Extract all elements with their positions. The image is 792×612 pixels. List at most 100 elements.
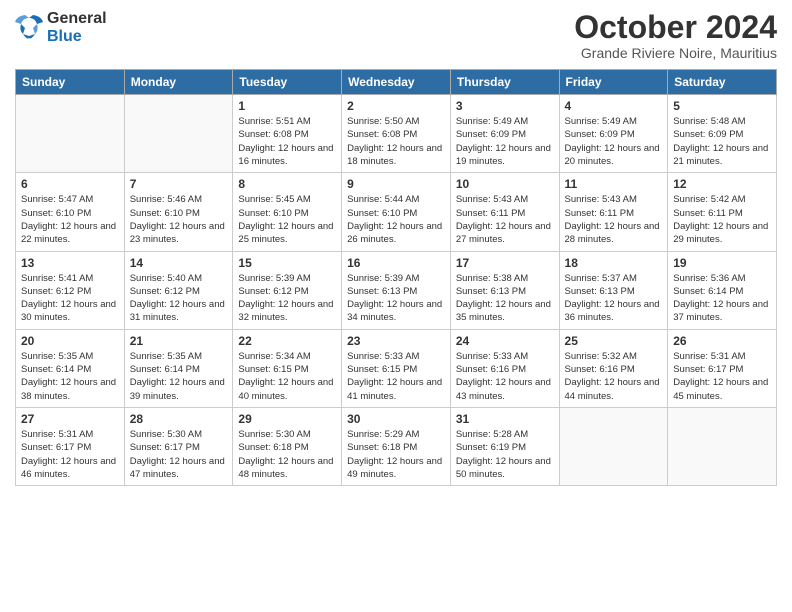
cell-info: Sunrise: 5:44 AM Sunset: 6:10 PM Dayligh… bbox=[347, 193, 445, 246]
table-row: 14 Sunrise: 5:40 AM Sunset: 6:12 PM Dayli… bbox=[124, 251, 233, 329]
table-row: 5Sunrise: 5:48 AM Sunset: 6:09 PM Daylig… bbox=[668, 95, 777, 173]
table-row: 4 Sunrise: 5:49 AM Sunset: 6:09 PM Daylig… bbox=[559, 95, 668, 173]
table-row: 13 Sunrise: 5:41 AM Sunset: 6:12 PM Dayli… bbox=[16, 251, 125, 329]
day-number: 1 bbox=[238, 99, 336, 113]
col-monday: Monday bbox=[124, 70, 233, 95]
table-row: 28Sunrise: 5:30 AM Sunset: 6:17 PM Dayli… bbox=[124, 407, 233, 485]
day-number: 30 bbox=[347, 412, 445, 426]
day-number: 15 bbox=[238, 256, 336, 270]
cell-info: Sunrise: 5:37 AM Sunset: 6:13 PM Dayligh… bbox=[565, 272, 663, 325]
day-number: 2 bbox=[347, 99, 445, 113]
cell-info: Sunrise: 5:39 AM Sunset: 6:12 PM Dayligh… bbox=[238, 272, 336, 325]
table-row: 11 Sunrise: 5:43 AM Sunset: 6:11 PM Dayli… bbox=[559, 173, 668, 251]
col-wednesday: Wednesday bbox=[342, 70, 451, 95]
table-row bbox=[668, 407, 777, 485]
cell-info: Sunrise: 5:45 AM Sunset: 6:10 PM Dayligh… bbox=[238, 193, 336, 246]
table-row: 7 Sunrise: 5:46 AM Sunset: 6:10 PM Daylig… bbox=[124, 173, 233, 251]
page: General Blue October 2024 Grande Riviere… bbox=[0, 0, 792, 612]
calendar-week-row: 20Sunrise: 5:35 AM Sunset: 6:14 PM Dayli… bbox=[16, 329, 777, 407]
table-row: 6 Sunrise: 5:47 AM Sunset: 6:10 PM Daylig… bbox=[16, 173, 125, 251]
cell-info: Sunrise: 5:48 AM Sunset: 6:09 PM Dayligh… bbox=[673, 115, 771, 168]
table-row: 21Sunrise: 5:35 AM Sunset: 6:14 PM Dayli… bbox=[124, 329, 233, 407]
table-row: 22 Sunrise: 5:34 AM Sunset: 6:15 PM Dayli… bbox=[233, 329, 342, 407]
table-row: 29 Sunrise: 5:30 AM Sunset: 6:18 PM Dayli… bbox=[233, 407, 342, 485]
cell-info: Sunrise: 5:39 AM Sunset: 6:13 PM Dayligh… bbox=[347, 272, 445, 325]
calendar-week-row: 6 Sunrise: 5:47 AM Sunset: 6:10 PM Daylig… bbox=[16, 173, 777, 251]
table-row: 24 Sunrise: 5:33 AM Sunset: 6:16 PM Dayli… bbox=[450, 329, 559, 407]
cell-info: Sunrise: 5:42 AM Sunset: 6:11 PM Dayligh… bbox=[673, 193, 771, 246]
cell-info: Sunrise: 5:31 AM Sunset: 6:17 PM Dayligh… bbox=[21, 428, 119, 481]
cell-info: Sunrise: 5:49 AM Sunset: 6:09 PM Dayligh… bbox=[456, 115, 554, 168]
table-row: 26Sunrise: 5:31 AM Sunset: 6:17 PM Dayli… bbox=[668, 329, 777, 407]
col-tuesday: Tuesday bbox=[233, 70, 342, 95]
day-number: 23 bbox=[347, 334, 445, 348]
col-friday: Friday bbox=[559, 70, 668, 95]
table-row: 15 Sunrise: 5:39 AM Sunset: 6:12 PM Dayli… bbox=[233, 251, 342, 329]
cell-info: Sunrise: 5:33 AM Sunset: 6:15 PM Dayligh… bbox=[347, 350, 445, 403]
cell-info: Sunrise: 5:40 AM Sunset: 6:12 PM Dayligh… bbox=[130, 272, 228, 325]
cell-info: Sunrise: 5:30 AM Sunset: 6:18 PM Dayligh… bbox=[238, 428, 336, 481]
day-number: 29 bbox=[238, 412, 336, 426]
day-number: 17 bbox=[456, 256, 554, 270]
calendar-table: Sunday Monday Tuesday Wednesday Thursday… bbox=[15, 69, 777, 486]
cell-info: Sunrise: 5:33 AM Sunset: 6:16 PM Dayligh… bbox=[456, 350, 554, 403]
day-number: 18 bbox=[565, 256, 663, 270]
table-row: 25 Sunrise: 5:32 AM Sunset: 6:16 PM Dayli… bbox=[559, 329, 668, 407]
day-number: 24 bbox=[456, 334, 554, 348]
day-number: 13 bbox=[21, 256, 119, 270]
day-number: 8 bbox=[238, 177, 336, 191]
cell-info: Sunrise: 5:43 AM Sunset: 6:11 PM Dayligh… bbox=[565, 193, 663, 246]
logo-icon bbox=[15, 14, 43, 42]
table-row: 19Sunrise: 5:36 AM Sunset: 6:14 PM Dayli… bbox=[668, 251, 777, 329]
day-number: 3 bbox=[456, 99, 554, 113]
table-row: 10 Sunrise: 5:43 AM Sunset: 6:11 PM Dayli… bbox=[450, 173, 559, 251]
day-number: 12 bbox=[673, 177, 771, 191]
day-number: 27 bbox=[21, 412, 119, 426]
table-row: 31 Sunrise: 5:28 AM Sunset: 6:19 PM Dayli… bbox=[450, 407, 559, 485]
col-sunday: Sunday bbox=[16, 70, 125, 95]
day-number: 31 bbox=[456, 412, 554, 426]
calendar-week-row: 27 Sunrise: 5:31 AM Sunset: 6:17 PM Dayli… bbox=[16, 407, 777, 485]
cell-info: Sunrise: 5:34 AM Sunset: 6:15 PM Dayligh… bbox=[238, 350, 336, 403]
day-number: 7 bbox=[130, 177, 228, 191]
table-row: 20Sunrise: 5:35 AM Sunset: 6:14 PM Dayli… bbox=[16, 329, 125, 407]
table-row bbox=[559, 407, 668, 485]
calendar-week-row: 1 Sunrise: 5:51 AM Sunset: 6:08 PM Daylig… bbox=[16, 95, 777, 173]
cell-info: Sunrise: 5:51 AM Sunset: 6:08 PM Dayligh… bbox=[238, 115, 336, 168]
col-saturday: Saturday bbox=[668, 70, 777, 95]
cell-info: Sunrise: 5:43 AM Sunset: 6:11 PM Dayligh… bbox=[456, 193, 554, 246]
day-number: 28 bbox=[130, 412, 228, 426]
day-number: 16 bbox=[347, 256, 445, 270]
table-row bbox=[124, 95, 233, 173]
day-number: 22 bbox=[238, 334, 336, 348]
cell-info: Sunrise: 5:32 AM Sunset: 6:16 PM Dayligh… bbox=[565, 350, 663, 403]
cell-info: Sunrise: 5:41 AM Sunset: 6:12 PM Dayligh… bbox=[21, 272, 119, 325]
table-row: 8 Sunrise: 5:45 AM Sunset: 6:10 PM Daylig… bbox=[233, 173, 342, 251]
day-number: 25 bbox=[565, 334, 663, 348]
day-number: 10 bbox=[456, 177, 554, 191]
calendar-header-row: Sunday Monday Tuesday Wednesday Thursday… bbox=[16, 70, 777, 95]
cell-info: Sunrise: 5:36 AM Sunset: 6:14 PM Dayligh… bbox=[673, 272, 771, 325]
day-number: 4 bbox=[565, 99, 663, 113]
logo-blue: Blue bbox=[47, 28, 107, 46]
cell-info: Sunrise: 5:28 AM Sunset: 6:19 PM Dayligh… bbox=[456, 428, 554, 481]
day-number: 6 bbox=[21, 177, 119, 191]
cell-info: Sunrise: 5:46 AM Sunset: 6:10 PM Dayligh… bbox=[130, 193, 228, 246]
table-row: 23 Sunrise: 5:33 AM Sunset: 6:15 PM Dayli… bbox=[342, 329, 451, 407]
col-thursday: Thursday bbox=[450, 70, 559, 95]
day-number: 14 bbox=[130, 256, 228, 270]
day-number: 26 bbox=[673, 334, 771, 348]
table-row: 12 Sunrise: 5:42 AM Sunset: 6:11 PM Dayli… bbox=[668, 173, 777, 251]
table-row: 1 Sunrise: 5:51 AM Sunset: 6:08 PM Daylig… bbox=[233, 95, 342, 173]
cell-info: Sunrise: 5:49 AM Sunset: 6:09 PM Dayligh… bbox=[565, 115, 663, 168]
table-row: 18 Sunrise: 5:37 AM Sunset: 6:13 PM Dayli… bbox=[559, 251, 668, 329]
cell-info: Sunrise: 5:47 AM Sunset: 6:10 PM Dayligh… bbox=[21, 193, 119, 246]
table-row: 27 Sunrise: 5:31 AM Sunset: 6:17 PM Dayli… bbox=[16, 407, 125, 485]
location: Grande Riviere Noire, Mauritius bbox=[574, 45, 777, 61]
cell-info: Sunrise: 5:35 AM Sunset: 6:14 PM Dayligh… bbox=[21, 350, 119, 403]
table-row: 17Sunrise: 5:38 AM Sunset: 6:13 PM Dayli… bbox=[450, 251, 559, 329]
day-number: 21 bbox=[130, 334, 228, 348]
table-row bbox=[16, 95, 125, 173]
table-row: 30Sunrise: 5:29 AM Sunset: 6:18 PM Dayli… bbox=[342, 407, 451, 485]
day-number: 11 bbox=[565, 177, 663, 191]
